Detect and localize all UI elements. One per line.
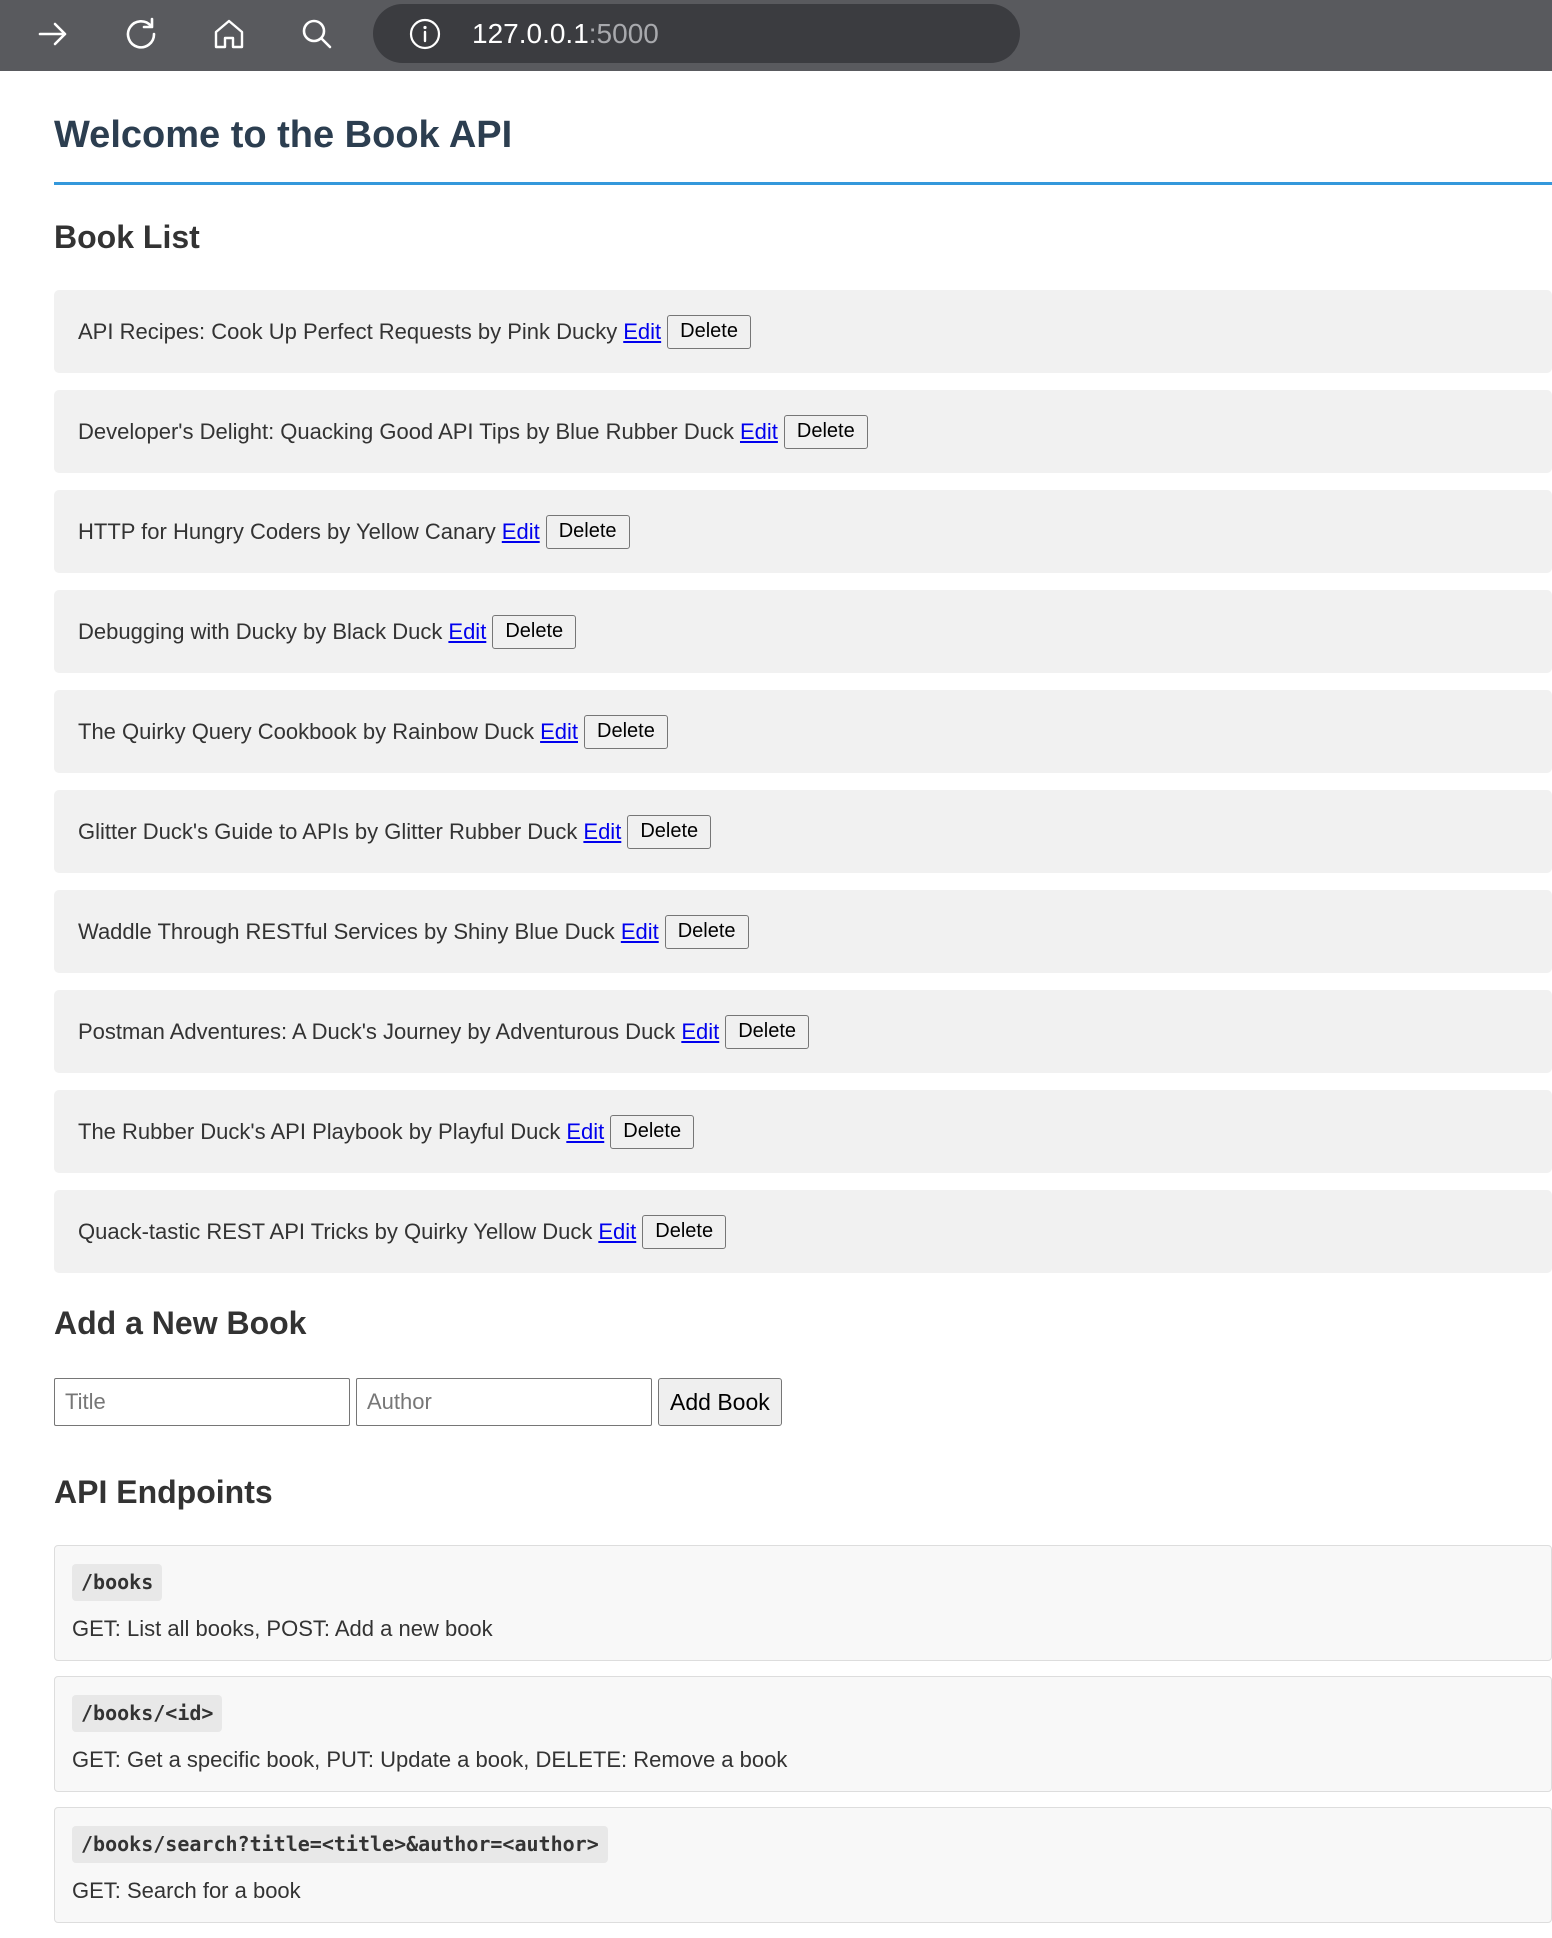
delete-button[interactable]: Delete	[627, 814, 712, 849]
list-item: HTTP for Hungry Coders by Yellow Canary …	[54, 490, 1552, 573]
list-item: Postman Adventures: A Duck's Journey by …	[54, 990, 1552, 1073]
delete-button[interactable]: Delete	[545, 514, 630, 549]
search-button[interactable]	[293, 10, 341, 58]
list-item: Debugging with Ducky by Black Duck Edit …	[54, 590, 1552, 673]
forward-arrow-icon	[35, 16, 71, 52]
book-title-author: The Quirky Query Cookbook by Rainbow Duc…	[78, 718, 535, 744]
list-item: The Rubber Duck's API Playbook by Playfu…	[54, 1090, 1552, 1173]
endpoint-path: /books/search?title=<title>&author=<auth…	[72, 1826, 608, 1863]
title-input[interactable]	[54, 1378, 350, 1426]
list-item: Glitter Duck's Guide to APIs by Glitter …	[54, 790, 1552, 873]
list-item: API Recipes: Cook Up Perfect Requests by…	[54, 290, 1552, 373]
edit-link[interactable]: Edit	[540, 719, 578, 745]
book-title-author: API Recipes: Cook Up Perfect Requests by…	[78, 318, 618, 344]
edit-link[interactable]: Edit	[583, 819, 621, 845]
title-divider	[54, 182, 1552, 185]
book-list-heading: Book List	[54, 219, 200, 255]
page-title: Welcome to the Book API	[54, 114, 513, 156]
home-button[interactable]	[205, 10, 253, 58]
forward-button[interactable]	[29, 10, 77, 58]
info-icon[interactable]	[409, 18, 441, 50]
delete-button[interactable]: Delete	[492, 614, 577, 649]
edit-link[interactable]: Edit	[502, 519, 540, 545]
book-title-author: Waddle Through RESTful Services by Shiny…	[78, 918, 615, 944]
edit-link[interactable]: Edit	[598, 1219, 636, 1245]
author-input[interactable]	[356, 1378, 652, 1426]
search-icon	[299, 16, 335, 52]
list-item: The Quirky Query Cookbook by Rainbow Duc…	[54, 690, 1552, 773]
add-book-form: Add Book	[54, 1378, 782, 1426]
book-title-author: Developer's Delight: Quacking Good API T…	[78, 418, 734, 444]
delete-button[interactable]: Delete	[667, 314, 751, 349]
delete-button[interactable]: Delete	[783, 414, 868, 449]
address-url: 127.0.0.1:5000	[472, 4, 659, 63]
endpoint-card: /books/<id> GET: Get a specific book, PU…	[54, 1676, 1552, 1792]
home-icon	[211, 16, 247, 52]
reload-icon	[122, 15, 160, 53]
book-title-author: Quack-tastic REST API Tricks by Quirky Y…	[78, 1218, 593, 1244]
endpoint-card: /books GET: List all books, POST: Add a …	[54, 1545, 1552, 1661]
book-title-author: HTTP for Hungry Coders by Yellow Canary	[78, 518, 496, 544]
address-bar[interactable]: 127.0.0.1:5000	[373, 4, 1020, 63]
list-item: Waddle Through RESTful Services by Shiny…	[54, 890, 1552, 973]
delete-button[interactable]: Delete	[584, 714, 668, 749]
edit-link[interactable]: Edit	[566, 1119, 604, 1145]
address-host: 127.0.0.1	[472, 18, 589, 49]
endpoint-card: /books/search?title=<title>&author=<auth…	[54, 1807, 1552, 1923]
delete-button[interactable]: Delete	[610, 1114, 695, 1149]
edit-link[interactable]: Edit	[621, 919, 659, 945]
endpoint-description: GET: Search for a book	[72, 1878, 301, 1903]
list-item: Quack-tastic REST API Tricks by Quirky Y…	[54, 1190, 1552, 1273]
delete-button[interactable]: Delete	[642, 1214, 727, 1249]
endpoint-list: /books GET: List all books, POST: Add a …	[54, 1545, 1552, 1938]
list-item: Developer's Delight: Quacking Good API T…	[54, 390, 1552, 473]
edit-link[interactable]: Edit	[681, 1019, 719, 1045]
edit-link[interactable]: Edit	[623, 319, 661, 345]
endpoint-path: /books/<id>	[72, 1695, 223, 1732]
add-book-heading: Add a New Book	[54, 1305, 307, 1341]
endpoint-description: GET: List all books, POST: Add a new boo…	[72, 1616, 493, 1641]
api-endpoints-heading: API Endpoints	[54, 1474, 273, 1510]
book-title-author: Postman Adventures: A Duck's Journey by …	[78, 1018, 676, 1044]
endpoint-description: GET: Get a specific book, PUT: Update a …	[72, 1747, 788, 1772]
browser-toolbar: 127.0.0.1:5000	[0, 0, 1552, 71]
edit-link[interactable]: Edit	[740, 419, 778, 445]
delete-button[interactable]: Delete	[725, 1014, 810, 1049]
add-book-button[interactable]: Add Book	[658, 1378, 782, 1426]
endpoint-path: /books	[72, 1564, 163, 1601]
edit-link[interactable]: Edit	[448, 619, 486, 645]
book-title-author: Debugging with Ducky by Black Duck	[78, 618, 443, 644]
delete-button[interactable]: Delete	[664, 914, 749, 949]
address-port: :5000	[588, 18, 659, 49]
book-title-author: Glitter Duck's Guide to APIs by Glitter …	[78, 818, 578, 844]
reload-button[interactable]	[117, 10, 165, 58]
book-title-author: The Rubber Duck's API Playbook by Playfu…	[78, 1118, 561, 1144]
book-list: API Recipes: Cook Up Perfect Requests by…	[54, 290, 1552, 1290]
